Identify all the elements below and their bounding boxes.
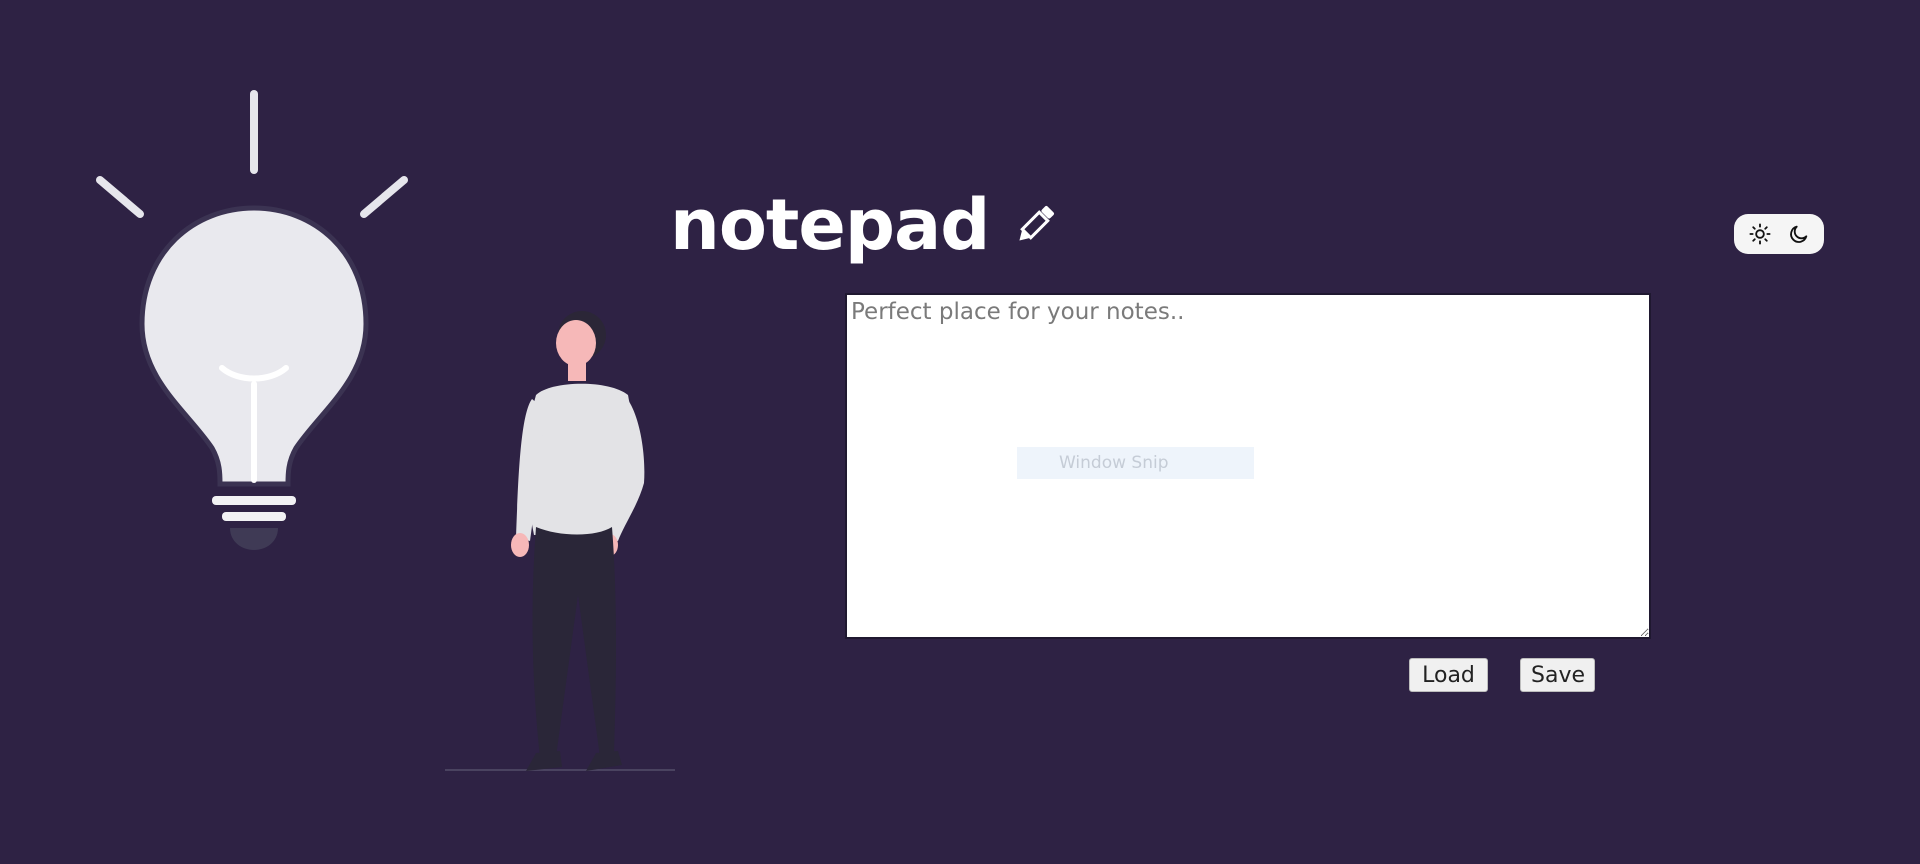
- page-title: notepad: [670, 184, 990, 266]
- light-theme-option[interactable]: [1745, 219, 1775, 249]
- notes-textarea[interactable]: [845, 293, 1651, 639]
- pencil-icon: [1019, 206, 1055, 241]
- load-button[interactable]: Load: [1409, 658, 1488, 692]
- header: notepad: [670, 180, 1059, 270]
- lightbulb-illustration: [96, 90, 408, 550]
- dark-theme-option[interactable]: [1784, 219, 1814, 249]
- person-illustration: [445, 311, 675, 771]
- save-button[interactable]: Save: [1520, 658, 1595, 692]
- sun-icon: [1748, 223, 1771, 245]
- moon-icon: [1789, 225, 1807, 243]
- notepad-page: notepad Perfect place for your notes.. W…: [0, 0, 1920, 864]
- theme-toggle: [1734, 214, 1824, 254]
